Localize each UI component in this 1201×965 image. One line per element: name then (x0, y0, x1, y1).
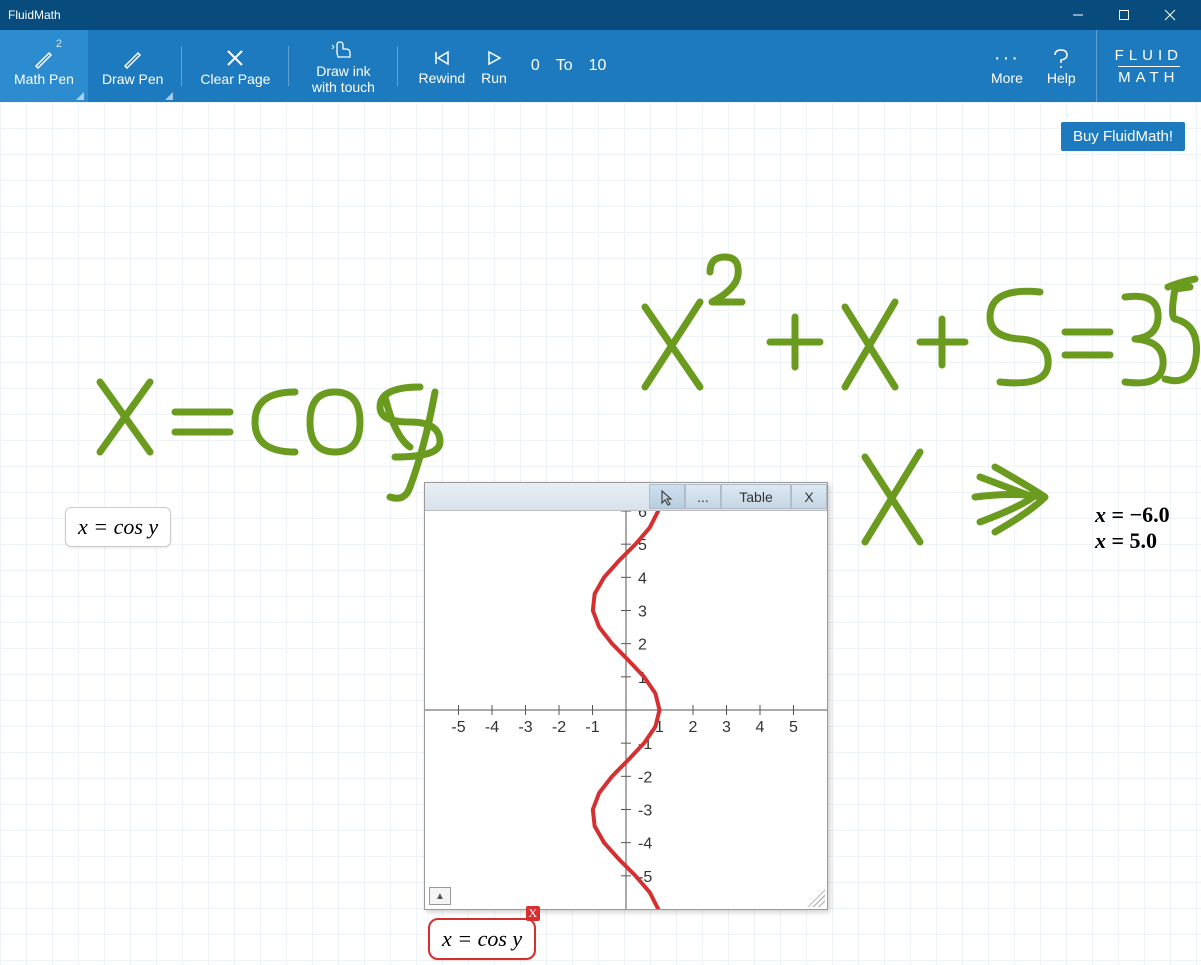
app-logo: FLUID MATH (1096, 30, 1201, 102)
math-pen-badge: 2 (56, 38, 62, 50)
playback-group: Rewind Run (402, 30, 522, 102)
help-label: Help (1047, 70, 1076, 86)
pointer-icon (658, 488, 676, 506)
math-canvas[interactable]: Buy FluidMath! (0, 102, 1201, 965)
parsed-equation-1-text: x = cos y (78, 514, 158, 539)
minimize-button[interactable] (1055, 0, 1101, 30)
pen-icon (122, 45, 144, 71)
svg-text:-5: -5 (451, 719, 465, 736)
clear-page-label: Clear Page (200, 71, 270, 87)
rewind-button[interactable]: Rewind (418, 46, 465, 86)
graph-equation-text: x = cos y (442, 926, 522, 951)
x-icon (225, 45, 245, 71)
graph-equation-remove-icon[interactable]: X (526, 906, 541, 921)
graph-equation-label[interactable]: X x = cos y (428, 918, 536, 960)
graph-close-button[interactable]: X (791, 484, 827, 509)
separator (288, 46, 289, 86)
svg-text:-3: -3 (518, 719, 532, 736)
toolbar: 2 Math Pen Draw Pen Clear Page Draw ink … (0, 30, 1201, 102)
separator (397, 46, 398, 86)
graph-menu-button[interactable]: ... (685, 484, 721, 509)
draw-pen-label: Draw Pen (102, 71, 163, 87)
range-to-label: To (548, 30, 581, 102)
draw-ink-touch-button[interactable]: Draw ink with touch (293, 30, 393, 102)
graph-expand-button[interactable]: ▲ (429, 887, 451, 905)
dropdown-indicator-icon (76, 92, 84, 100)
buy-fluidmath-button[interactable]: Buy FluidMath! (1061, 122, 1185, 151)
close-button[interactable] (1147, 0, 1193, 30)
svg-text:4: 4 (756, 719, 765, 736)
dropdown-indicator-icon (165, 92, 173, 100)
run-label: Run (481, 70, 507, 86)
svg-text:2: 2 (689, 719, 698, 736)
chart-plot: -5-4-3-2-112345-5-4-3-2-1123456 (425, 511, 827, 909)
window-controls (1055, 0, 1193, 30)
svg-text:-2: -2 (638, 769, 652, 786)
resize-grip-icon[interactable] (807, 889, 825, 907)
solution-output: x = −6.0 x = 5.0 (1095, 502, 1170, 554)
separator (181, 46, 182, 86)
more-button[interactable]: ··· More (979, 30, 1035, 102)
svg-text:5: 5 (789, 719, 798, 736)
svg-text:4: 4 (638, 570, 647, 587)
svg-text:-2: -2 (552, 719, 566, 736)
pen-icon (33, 45, 55, 71)
ink-equation-3[interactable] (845, 442, 1075, 567)
run-button[interactable]: Run (481, 46, 507, 86)
svg-text:2: 2 (638, 637, 647, 654)
svg-text:-4: -4 (638, 836, 652, 853)
math-pen-label: Math Pen (14, 71, 74, 87)
logo-line1: FLUID (1115, 47, 1183, 64)
svg-text:-3: -3 (638, 803, 652, 820)
ink-equation-2[interactable] (620, 247, 1200, 425)
draw-ink-label: Draw ink (316, 63, 370, 79)
svg-text:3: 3 (638, 604, 647, 621)
app-title: FluidMath (8, 8, 1055, 22)
range-end[interactable]: 10 (581, 30, 615, 102)
maximize-button[interactable] (1101, 0, 1147, 30)
rewind-label: Rewind (418, 70, 465, 86)
graph-pointer-button[interactable] (649, 484, 685, 509)
draw-pen-button[interactable]: Draw Pen (88, 30, 177, 102)
graph-toolbar: ... Table X (425, 483, 827, 511)
ink-equation-1[interactable] (80, 357, 480, 504)
svg-text:6: 6 (638, 511, 647, 521)
parsed-equation-1[interactable]: x = cos y (65, 507, 171, 547)
ellipsis-icon: ··· (994, 46, 1020, 70)
logo-line2: MATH (1118, 66, 1179, 86)
graph-plot-area[interactable]: -5-4-3-2-112345-5-4-3-2-1123456 ▲ (425, 511, 827, 909)
graph-panel[interactable]: ... Table X -5-4-3-2-112345-5-4-3-2-1123… (424, 482, 828, 910)
more-label: More (991, 70, 1023, 86)
help-button[interactable]: Help (1035, 30, 1088, 102)
rewind-icon (432, 46, 452, 70)
titlebar: FluidMath (0, 0, 1201, 30)
help-icon (1051, 46, 1071, 70)
play-icon (486, 46, 502, 70)
touch-icon (331, 37, 355, 63)
graph-table-button[interactable]: Table (721, 484, 791, 509)
clear-page-button[interactable]: Clear Page (186, 30, 284, 102)
math-pen-button[interactable]: 2 Math Pen (0, 30, 88, 102)
range-start[interactable]: 0 (523, 30, 548, 102)
svg-text:-4: -4 (485, 719, 499, 736)
svg-text:3: 3 (722, 719, 731, 736)
svg-text:-1: -1 (585, 719, 599, 736)
with-touch-label: with touch (312, 79, 375, 95)
